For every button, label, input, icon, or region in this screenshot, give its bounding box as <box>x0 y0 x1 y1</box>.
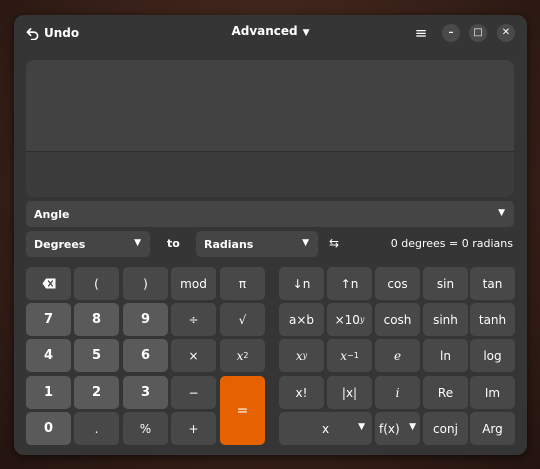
digit-9-button[interactable]: 9 <box>123 303 168 336</box>
abs-button[interactable]: |x| <box>327 376 372 409</box>
to-unit-select[interactable]: Radians ▼ <box>196 231 318 257</box>
from-unit-select[interactable]: Degrees ▼ <box>26 231 150 257</box>
sinh-button[interactable]: sinh <box>423 303 468 336</box>
inverse-exponent: −1 <box>346 351 359 360</box>
digit-4-button[interactable]: 4 <box>26 339 71 372</box>
inverse-base: x <box>340 348 347 363</box>
hamburger-menu-icon[interactable]: ≡ <box>413 24 429 42</box>
sqrt-button[interactable]: √ <box>220 303 265 336</box>
conj-button[interactable]: conj <box>423 412 468 445</box>
cosh-button[interactable]: cosh <box>375 303 420 336</box>
imaginary-part-button[interactable]: Im <box>470 376 515 409</box>
conversion-category-select[interactable]: Angle ▼ <box>26 201 514 227</box>
digit-5-button[interactable]: 5 <box>74 339 119 372</box>
power-button[interactable]: xy <box>279 339 324 372</box>
close-paren-button[interactable]: ) <box>123 267 168 300</box>
variable-label: x <box>321 421 330 436</box>
chevron-down-icon: ▼ <box>409 422 416 432</box>
log-button[interactable]: log <box>470 339 515 372</box>
chevron-down-icon: ▼ <box>302 28 310 38</box>
equation-entry[interactable] <box>26 152 514 197</box>
imaginary-label: i <box>395 385 400 400</box>
conversion-category-label: Angle <box>34 207 70 221</box>
open-paren-button[interactable]: ( <box>74 267 119 300</box>
to-unit-label: Radians <box>204 237 254 251</box>
header-bar: Undo Advanced ▼ ≡ – □ ✕ <box>14 15 527 51</box>
history-view <box>26 60 514 152</box>
ln-button[interactable]: ln <box>423 339 468 372</box>
tan-button[interactable]: tan <box>470 267 515 300</box>
real-part-button[interactable]: Re <box>423 376 468 409</box>
plus-button[interactable]: + <box>171 412 216 445</box>
power-base: x <box>295 348 303 363</box>
to-label: to <box>167 237 180 250</box>
digit-3-button[interactable]: 3 <box>123 376 168 409</box>
exp10-button[interactable]: ×10 y <box>327 303 372 336</box>
mod-button[interactable]: mod <box>171 267 216 300</box>
shift-up-button[interactable]: ↑n <box>327 267 372 300</box>
calculator-display[interactable] <box>26 60 514 197</box>
chevron-down-icon: ▼ <box>358 422 365 432</box>
square-base: x <box>236 348 244 363</box>
sin-button[interactable]: sin <box>423 267 468 300</box>
minus-button[interactable]: − <box>171 376 216 409</box>
square-exponent: 2 <box>243 351 249 360</box>
digit-0-button[interactable]: 0 <box>26 412 71 445</box>
chevron-down-icon: ▼ <box>498 208 505 218</box>
maximize-button[interactable]: □ <box>469 24 487 42</box>
mode-label: Advanced <box>231 24 298 38</box>
digit-2-button[interactable]: 2 <box>74 376 119 409</box>
divide-button[interactable]: ÷ <box>171 303 216 336</box>
cos-button[interactable]: cos <box>375 267 420 300</box>
equals-button[interactable]: = <box>220 376 265 445</box>
euler-label: e <box>393 348 402 363</box>
digit-7-button[interactable]: 7 <box>26 303 71 336</box>
variable-dropdown[interactable]: x ▼ <box>279 412 372 445</box>
percent-button[interactable]: % <box>123 412 168 445</box>
backspace-button[interactable] <box>26 267 71 300</box>
decimal-button[interactable]: . <box>74 412 119 445</box>
close-button[interactable]: ✕ <box>497 24 515 42</box>
function-dropdown[interactable]: f(x) ▼ <box>375 412 420 445</box>
power-exponent: y <box>302 351 308 360</box>
chevron-down-icon: ▼ <box>134 238 141 248</box>
backspace-icon <box>42 278 55 289</box>
imaginary-button[interactable]: i <box>375 376 420 409</box>
minimize-button[interactable]: – <box>442 24 460 42</box>
conversion-result: 0 degrees = 0 radians <box>390 237 513 250</box>
factorial-button[interactable]: x! <box>279 376 324 409</box>
exp10-base: ×10 <box>334 312 360 327</box>
digit-6-button[interactable]: 6 <box>123 339 168 372</box>
arg-button[interactable]: Arg <box>470 412 515 445</box>
euler-button[interactable]: e <box>375 339 420 372</box>
pi-button[interactable]: π <box>220 267 265 300</box>
multiply-button[interactable]: × <box>171 339 216 372</box>
tanh-button[interactable]: tanh <box>470 303 515 336</box>
function-label: f(x) <box>379 421 400 436</box>
swap-units-icon[interactable]: ⇆ <box>329 236 339 250</box>
exp10-exponent: y <box>359 315 365 324</box>
digit-1-button[interactable]: 1 <box>26 376 71 409</box>
from-unit-label: Degrees <box>34 237 86 251</box>
axb-button[interactable]: a×b <box>279 303 324 336</box>
chevron-down-icon: ▼ <box>302 238 309 248</box>
calculator-window: Undo Advanced ▼ ≡ – □ ✕ Angle ▼ Degrees ▼… <box>14 15 527 455</box>
digit-8-button[interactable]: 8 <box>74 303 119 336</box>
shift-down-button[interactable]: ↓n <box>279 267 324 300</box>
square-button[interactable]: x2 <box>220 339 265 372</box>
inverse-button[interactable]: x −1 <box>327 339 372 372</box>
